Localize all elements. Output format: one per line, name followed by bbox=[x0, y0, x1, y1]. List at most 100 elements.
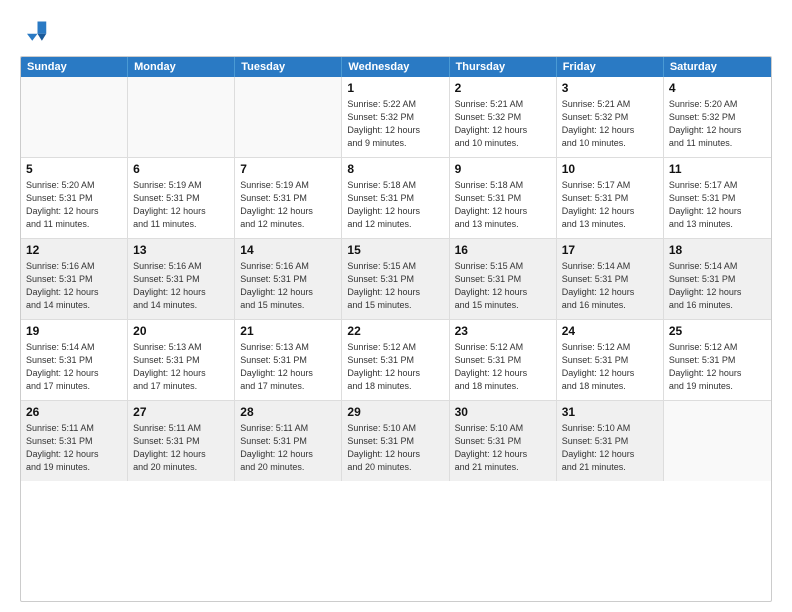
calendar-cell-9: 9 Sunrise: 5:18 AM Sunset: 5:31 PM Daylig… bbox=[450, 158, 557, 238]
day-info: Sunrise: 5:11 AM Sunset: 5:31 PM Dayligh… bbox=[26, 422, 122, 474]
logo-icon bbox=[20, 18, 48, 46]
calendar-cell-19: 19Sunrise: 5:14 AM Sunset: 5:31 PM Dayli… bbox=[21, 320, 128, 400]
calendar-cell-10: 10 Sunrise: 5:17 AM Sunset: 5:31 PM Dayli… bbox=[557, 158, 664, 238]
day-info: Sunrise: 5:14 AM Sunset: 5:31 PM Dayligh… bbox=[26, 341, 122, 393]
calendar-header: SundayMondayTuesdayWednesdayThursdayFrid… bbox=[21, 57, 771, 77]
day-info: Sunrise: 5:22 AM Sunset: 5:32 PM Dayligh… bbox=[347, 98, 443, 150]
day-info: Sunrise: 5:18 AM Sunset: 5:31 PM Dayligh… bbox=[347, 179, 443, 231]
calendar-cell-27: 27Sunrise: 5:11 AM Sunset: 5:31 PM Dayli… bbox=[128, 401, 235, 481]
calendar-cell-18: 18Sunrise: 5:14 AM Sunset: 5:31 PM Dayli… bbox=[664, 239, 771, 319]
calendar-cell-30: 30 Sunrise: 5:10 AM Sunset: 5:31 PM Dayli… bbox=[450, 401, 557, 481]
day-info: Sunrise: 5:17 AM Sunset: 5:31 PM Dayligh… bbox=[562, 179, 658, 231]
day-info: Sunrise: 5:11 AM Sunset: 5:31 PM Dayligh… bbox=[240, 422, 336, 474]
day-info: Sunrise: 5:10 AM Sunset: 5:31 PM Dayligh… bbox=[562, 422, 658, 474]
day-number: 15 bbox=[347, 243, 443, 257]
calendar-cell-17: 17 Sunrise: 5:14 AM Sunset: 5:31 PM Dayli… bbox=[557, 239, 664, 319]
day-number: 16 bbox=[455, 243, 551, 257]
weekday-header-thursday: Thursday bbox=[450, 57, 557, 77]
day-number: 18 bbox=[669, 243, 766, 257]
calendar-cell-16: 16 Sunrise: 5:15 AM Sunset: 5:31 PM Dayli… bbox=[450, 239, 557, 319]
calendar-body: 1 Sunrise: 5:22 AM Sunset: 5:32 PM Daylig… bbox=[21, 77, 771, 481]
calendar-cell-8: 8 Sunrise: 5:18 AM Sunset: 5:31 PM Daylig… bbox=[342, 158, 449, 238]
day-number: 11 bbox=[669, 162, 766, 176]
day-info: Sunrise: 5:16 AM Sunset: 5:31 PM Dayligh… bbox=[240, 260, 336, 312]
day-number: 17 bbox=[562, 243, 658, 257]
day-info: Sunrise: 5:12 AM Sunset: 5:31 PM Dayligh… bbox=[562, 341, 658, 393]
day-info: Sunrise: 5:15 AM Sunset: 5:31 PM Dayligh… bbox=[455, 260, 551, 312]
calendar-cell-12: 12 Sunrise: 5:16 AM Sunset: 5:31 PM Dayli… bbox=[21, 239, 128, 319]
calendar-cell-31: 31 Sunrise: 5:10 AM Sunset: 5:31 PM Dayli… bbox=[557, 401, 664, 481]
day-info: Sunrise: 5:14 AM Sunset: 5:31 PM Dayligh… bbox=[562, 260, 658, 312]
day-info: Sunrise: 5:16 AM Sunset: 5:31 PM Dayligh… bbox=[133, 260, 229, 312]
calendar-cell-25: 25Sunrise: 5:12 AM Sunset: 5:31 PM Dayli… bbox=[664, 320, 771, 400]
day-number: 3 bbox=[562, 81, 658, 95]
day-number: 6 bbox=[133, 162, 229, 176]
day-number: 12 bbox=[26, 243, 122, 257]
day-number: 23 bbox=[455, 324, 551, 338]
day-number: 21 bbox=[240, 324, 336, 338]
day-info: Sunrise: 5:20 AM Sunset: 5:31 PM Dayligh… bbox=[26, 179, 122, 231]
calendar-row-3: 12 Sunrise: 5:16 AM Sunset: 5:31 PM Dayli… bbox=[21, 239, 771, 320]
calendar-row-5: 26Sunrise: 5:11 AM Sunset: 5:31 PM Dayli… bbox=[21, 401, 771, 481]
day-number: 5 bbox=[26, 162, 122, 176]
weekday-header-saturday: Saturday bbox=[664, 57, 771, 77]
day-number: 27 bbox=[133, 405, 229, 419]
day-number: 30 bbox=[455, 405, 551, 419]
calendar-cell-3: 3 Sunrise: 5:21 AM Sunset: 5:32 PM Daylig… bbox=[557, 77, 664, 157]
calendar-cell-5: 5 Sunrise: 5:20 AM Sunset: 5:31 PM Daylig… bbox=[21, 158, 128, 238]
day-number: 28 bbox=[240, 405, 336, 419]
logo bbox=[20, 18, 52, 46]
weekday-header-wednesday: Wednesday bbox=[342, 57, 449, 77]
weekday-header-monday: Monday bbox=[128, 57, 235, 77]
calendar-cell-22: 22 Sunrise: 5:12 AM Sunset: 5:31 PM Dayli… bbox=[342, 320, 449, 400]
header bbox=[20, 18, 772, 46]
day-info: Sunrise: 5:19 AM Sunset: 5:31 PM Dayligh… bbox=[240, 179, 336, 231]
day-info: Sunrise: 5:17 AM Sunset: 5:31 PM Dayligh… bbox=[669, 179, 766, 231]
calendar-cell-empty bbox=[664, 401, 771, 481]
day-info: Sunrise: 5:19 AM Sunset: 5:31 PM Dayligh… bbox=[133, 179, 229, 231]
day-info: Sunrise: 5:21 AM Sunset: 5:32 PM Dayligh… bbox=[455, 98, 551, 150]
weekday-header-sunday: Sunday bbox=[21, 57, 128, 77]
day-number: 1 bbox=[347, 81, 443, 95]
calendar-cell-6: 6 Sunrise: 5:19 AM Sunset: 5:31 PM Daylig… bbox=[128, 158, 235, 238]
calendar-cell-11: 11 Sunrise: 5:17 AM Sunset: 5:31 PM Dayli… bbox=[664, 158, 771, 238]
calendar-row-1: 1 Sunrise: 5:22 AM Sunset: 5:32 PM Daylig… bbox=[21, 77, 771, 158]
day-info: Sunrise: 5:16 AM Sunset: 5:31 PM Dayligh… bbox=[26, 260, 122, 312]
day-number: 10 bbox=[562, 162, 658, 176]
day-info: Sunrise: 5:18 AM Sunset: 5:31 PM Dayligh… bbox=[455, 179, 551, 231]
calendar-cell-23: 23 Sunrise: 5:12 AM Sunset: 5:31 PM Dayli… bbox=[450, 320, 557, 400]
day-number: 7 bbox=[240, 162, 336, 176]
weekday-header-friday: Friday bbox=[557, 57, 664, 77]
day-number: 29 bbox=[347, 405, 443, 419]
day-number: 2 bbox=[455, 81, 551, 95]
calendar-cell-15: 15Sunrise: 5:15 AM Sunset: 5:31 PM Dayli… bbox=[342, 239, 449, 319]
day-number: 8 bbox=[347, 162, 443, 176]
calendar-cell-26: 26Sunrise: 5:11 AM Sunset: 5:31 PM Dayli… bbox=[21, 401, 128, 481]
day-info: Sunrise: 5:12 AM Sunset: 5:31 PM Dayligh… bbox=[347, 341, 443, 393]
calendar-cell-empty bbox=[21, 77, 128, 157]
day-number: 9 bbox=[455, 162, 551, 176]
calendar-cell-21: 21Sunrise: 5:13 AM Sunset: 5:31 PM Dayli… bbox=[235, 320, 342, 400]
day-number: 22 bbox=[347, 324, 443, 338]
calendar-cell-2: 2 Sunrise: 5:21 AM Sunset: 5:32 PM Daylig… bbox=[450, 77, 557, 157]
page: SundayMondayTuesdayWednesdayThursdayFrid… bbox=[0, 0, 792, 612]
weekday-header-tuesday: Tuesday bbox=[235, 57, 342, 77]
calendar: SundayMondayTuesdayWednesdayThursdayFrid… bbox=[20, 56, 772, 602]
day-info: Sunrise: 5:10 AM Sunset: 5:31 PM Dayligh… bbox=[347, 422, 443, 474]
day-number: 31 bbox=[562, 405, 658, 419]
day-info: Sunrise: 5:20 AM Sunset: 5:32 PM Dayligh… bbox=[669, 98, 766, 150]
day-number: 24 bbox=[562, 324, 658, 338]
calendar-cell-28: 28 Sunrise: 5:11 AM Sunset: 5:31 PM Dayli… bbox=[235, 401, 342, 481]
day-info: Sunrise: 5:12 AM Sunset: 5:31 PM Dayligh… bbox=[455, 341, 551, 393]
day-info: Sunrise: 5:21 AM Sunset: 5:32 PM Dayligh… bbox=[562, 98, 658, 150]
day-info: Sunrise: 5:13 AM Sunset: 5:31 PM Dayligh… bbox=[133, 341, 229, 393]
calendar-cell-1: 1 Sunrise: 5:22 AM Sunset: 5:32 PM Daylig… bbox=[342, 77, 449, 157]
day-number: 13 bbox=[133, 243, 229, 257]
day-info: Sunrise: 5:10 AM Sunset: 5:31 PM Dayligh… bbox=[455, 422, 551, 474]
calendar-cell-4: 4Sunrise: 5:20 AM Sunset: 5:32 PM Daylig… bbox=[664, 77, 771, 157]
calendar-row-2: 5 Sunrise: 5:20 AM Sunset: 5:31 PM Daylig… bbox=[21, 158, 771, 239]
calendar-row-4: 19Sunrise: 5:14 AM Sunset: 5:31 PM Dayli… bbox=[21, 320, 771, 401]
calendar-cell-7: 7 Sunrise: 5:19 AM Sunset: 5:31 PM Daylig… bbox=[235, 158, 342, 238]
calendar-cell-empty bbox=[128, 77, 235, 157]
calendar-cell-20: 20Sunrise: 5:13 AM Sunset: 5:31 PM Dayli… bbox=[128, 320, 235, 400]
